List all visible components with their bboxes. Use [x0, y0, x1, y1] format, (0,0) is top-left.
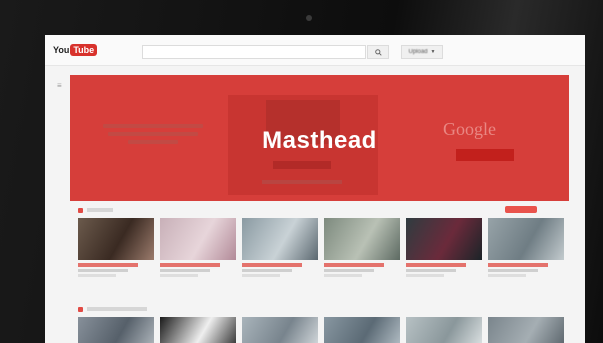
youtube-logo[interactable]: You Tube — [53, 44, 98, 56]
video-card[interactable] — [78, 218, 154, 277]
video-thumbnail[interactable] — [78, 218, 154, 260]
camera-icon — [306, 15, 312, 21]
menu-icon[interactable]: ≡ — [57, 81, 65, 90]
channel-icon — [78, 306, 83, 312]
video-thumbnail[interactable] — [406, 317, 482, 343]
video-meta — [406, 263, 482, 277]
row-title[interactable] — [87, 208, 113, 212]
video-thumbnail[interactable] — [406, 218, 482, 260]
video-card[interactable] — [242, 317, 318, 343]
video-meta — [78, 263, 154, 277]
video-meta — [324, 263, 400, 277]
video-meta — [488, 263, 564, 277]
video-row — [78, 218, 564, 277]
upload-label: Upload — [408, 49, 428, 55]
video-card[interactable] — [324, 317, 400, 343]
masthead-brand-logo: Google — [443, 119, 496, 139]
video-thumbnail[interactable] — [324, 317, 400, 343]
video-card[interactable] — [160, 317, 236, 343]
chevron-down-icon: ▼ — [430, 49, 436, 55]
top-bar: You Tube Upload ▼ — [45, 35, 585, 66]
search-input[interactable] — [142, 45, 366, 59]
video-card[interactable] — [488, 317, 564, 343]
logo-you: You — [53, 45, 70, 55]
video-thumbnail[interactable] — [324, 218, 400, 260]
upload-button[interactable]: Upload ▼ — [401, 45, 443, 59]
search-button[interactable] — [367, 45, 389, 59]
video-card[interactable] — [406, 317, 482, 343]
video-card[interactable] — [160, 218, 236, 277]
row-header — [78, 206, 113, 214]
video-meta — [242, 263, 318, 277]
video-row — [78, 317, 564, 343]
video-thumbnail[interactable] — [160, 218, 236, 260]
row-header — [78, 305, 147, 313]
video-thumbnail[interactable] — [488, 317, 564, 343]
video-thumbnail[interactable] — [488, 218, 564, 260]
masthead-video-bar — [273, 161, 331, 169]
video-card[interactable] — [488, 218, 564, 277]
row-title[interactable] — [87, 307, 147, 311]
video-card[interactable] — [324, 218, 400, 277]
video-card[interactable] — [78, 317, 154, 343]
video-thumbnail[interactable] — [242, 317, 318, 343]
logo-tube: Tube — [70, 44, 98, 56]
masthead-cta-button[interactable] — [456, 149, 514, 161]
video-thumbnail[interactable] — [160, 317, 236, 343]
subscribe-button[interactable] — [505, 206, 537, 213]
tablet-bezel: You Tube Upload ▼ ≡ Masthead Google — [0, 0, 603, 343]
video-meta — [160, 263, 236, 277]
video-thumbnail[interactable] — [242, 218, 318, 260]
video-card[interactable] — [406, 218, 482, 277]
masthead-video-caption — [262, 180, 342, 184]
search-icon — [374, 48, 382, 56]
video-thumbnail[interactable] — [78, 317, 154, 343]
masthead-banner[interactable]: Masthead Google — [70, 75, 569, 201]
channel-icon — [78, 207, 83, 213]
video-card[interactable] — [242, 218, 318, 277]
browser-screen: You Tube Upload ▼ ≡ Masthead Google — [45, 35, 585, 343]
